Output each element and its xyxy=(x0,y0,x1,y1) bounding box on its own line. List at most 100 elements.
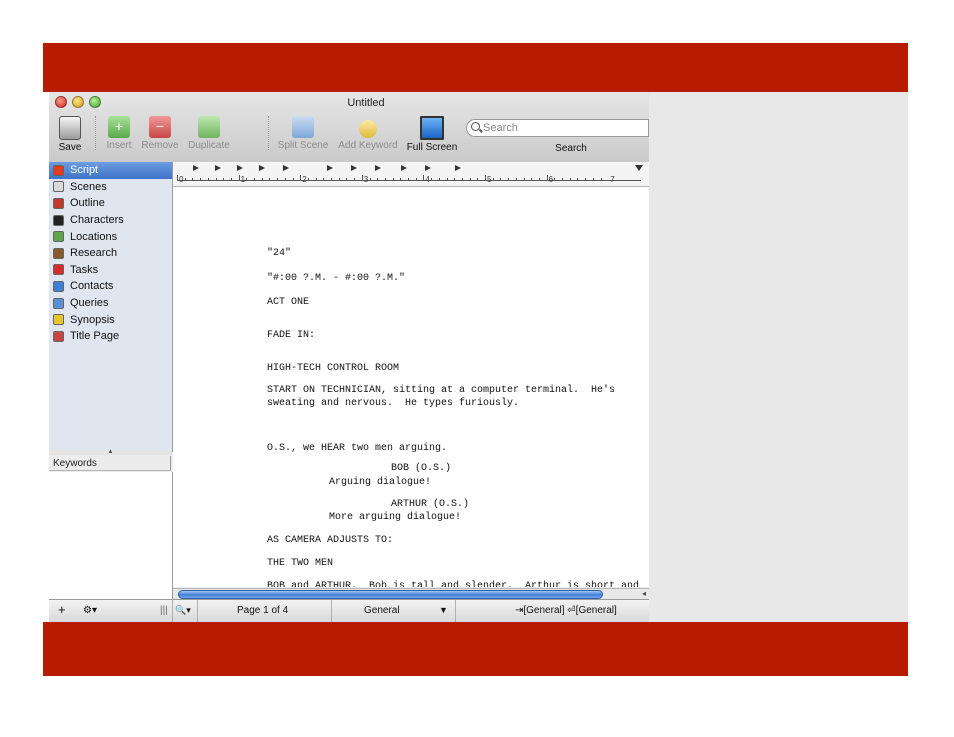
ruler-tick xyxy=(408,178,409,181)
next-style-indicator: ⇥[General] ⏎[General] xyxy=(515,605,617,616)
duplicate-button[interactable]: Duplicate xyxy=(185,116,233,151)
sidebar-item-label: Contacts xyxy=(70,280,114,293)
ruler-tick xyxy=(354,178,356,181)
sidebar-item-label: Title Page xyxy=(70,330,120,343)
sidebar-item-label: Research xyxy=(70,247,118,260)
sidebar-item-research[interactable]: Research xyxy=(49,245,172,262)
ruler-number: 4 xyxy=(425,175,430,184)
keywords-list[interactable] xyxy=(49,472,173,599)
ruler-tick xyxy=(384,178,386,181)
ruler-tick xyxy=(600,178,602,181)
ruler-tick xyxy=(184,178,186,181)
script-line: Arguing dialogue! xyxy=(329,477,432,488)
ruler-tick xyxy=(300,175,302,181)
add-keyword-button[interactable]: Add Keyword xyxy=(337,116,399,151)
sidebar-item-queries[interactable]: Queries xyxy=(49,295,172,312)
insert-button[interactable]: + Insert xyxy=(103,116,135,151)
ruler-number: 2 xyxy=(302,175,307,184)
ruler-tick xyxy=(577,178,579,181)
script-page[interactable]: "24" "#:00 ?.M. - #:00 ?.M." ACT ONE FADE I… xyxy=(173,187,649,587)
tab-stop-marker[interactable] xyxy=(455,165,465,171)
tab-stop-marker[interactable] xyxy=(327,165,337,171)
tab-stop-marker[interactable] xyxy=(375,165,385,171)
sidebar-item-scenes[interactable]: Scenes xyxy=(49,179,172,196)
ruler-tick xyxy=(477,178,479,181)
sidebar: Script Scenes Outline Characters Locations Re… xyxy=(49,162,173,452)
sidebar-item-outline[interactable]: Outline xyxy=(49,195,172,212)
sidebar-item-locations[interactable]: Locations xyxy=(49,228,172,245)
app-window: Untitled Save + Insert − Remove Duplicat… xyxy=(49,92,649,622)
keywords-header: Keywords xyxy=(49,456,171,471)
ruler-menu-icon[interactable] xyxy=(635,165,643,171)
duplicate-label: Duplicate xyxy=(188,140,230,151)
ruler-tick xyxy=(207,178,209,181)
sidebar-item-tasks[interactable]: Tasks xyxy=(49,262,172,279)
status-bar: + ⚙▾ ||| 🔍▾ Page 1 of 4 General ▼ ⇥[Gene… xyxy=(49,599,649,622)
split-scene-label: Split Scene xyxy=(277,140,329,151)
tab-stop-marker[interactable] xyxy=(351,165,361,171)
tab-stop-marker[interactable] xyxy=(259,165,269,171)
scroll-arrow-icon[interactable]: ◂ xyxy=(642,589,646,598)
ruler-tick xyxy=(192,178,194,181)
sidebar-item-synopsis[interactable]: Synopsis xyxy=(49,311,172,328)
research-icon xyxy=(53,247,64,259)
script-line: BOB (O.S.) xyxy=(391,463,452,474)
tab-stop-marker[interactable] xyxy=(425,165,435,171)
column-resize-handle[interactable]: ||| xyxy=(160,605,168,616)
ruler-tick xyxy=(469,178,471,181)
sidebar-item-contacts[interactable]: Contacts xyxy=(49,278,172,295)
gear-icon[interactable]: ⚙▾ xyxy=(83,605,97,616)
search-placeholder: Search xyxy=(483,122,518,134)
ruler-tick xyxy=(361,175,363,181)
ruler[interactable]: 0 1 2 3 4 5 6 7 xyxy=(173,162,649,187)
style-popup[interactable]: General xyxy=(364,605,400,616)
tab-stop-marker[interactable] xyxy=(193,165,203,171)
top-banner xyxy=(43,43,908,92)
ruler-number: 7 xyxy=(610,175,615,184)
zoom-menu[interactable]: 🔍▾ xyxy=(175,605,191,616)
ruler-tick xyxy=(284,178,286,181)
ruler-tick xyxy=(515,178,517,181)
ruler-tick xyxy=(292,178,294,181)
ruler-tick xyxy=(331,178,332,181)
plus-icon: + xyxy=(108,116,130,138)
tab-stop-marker[interactable] xyxy=(283,165,293,171)
remove-button[interactable]: − Remove xyxy=(141,116,179,151)
tab-stop-marker[interactable] xyxy=(401,165,411,171)
contacts-icon xyxy=(53,280,64,292)
tab-stop-marker[interactable] xyxy=(237,165,247,171)
full-screen-icon xyxy=(420,116,444,140)
save-button[interactable]: Save xyxy=(57,116,83,153)
sidebar-item-label: Outline xyxy=(70,197,105,210)
search-label: Search xyxy=(555,143,587,154)
ruler-tick xyxy=(461,178,463,181)
sidebar-item-label: Synopsis xyxy=(70,313,115,326)
split-scene-button[interactable]: Split Scene xyxy=(277,116,329,151)
outline-icon xyxy=(53,197,64,209)
script-line: "#:00 ?.M. - #:00 ?.M." xyxy=(267,273,406,284)
ruler-tick xyxy=(261,178,263,181)
sidebar-item-title-page[interactable]: Title Page xyxy=(49,328,172,345)
full-screen-button[interactable]: Full Screen xyxy=(405,116,459,153)
ruler-tick xyxy=(523,178,525,181)
sidebar-splitter[interactable]: ▲ xyxy=(49,449,172,455)
ruler-tick xyxy=(338,178,340,181)
toolbar-separator xyxy=(268,116,269,150)
style-popup-arrow-icon[interactable]: ▼ xyxy=(439,605,448,615)
page-indicator: Page 1 of 4 xyxy=(237,605,289,616)
tab-stop-marker[interactable] xyxy=(215,165,225,171)
sidebar-item-characters[interactable]: Characters xyxy=(49,212,172,229)
ruler-tick xyxy=(377,178,379,181)
scenes-icon xyxy=(53,181,64,193)
ruler-tick xyxy=(592,178,594,181)
ruler-tick xyxy=(431,178,433,181)
add-button[interactable]: + xyxy=(58,602,66,617)
status-separator xyxy=(172,600,173,622)
sidebar-item-script[interactable]: Script xyxy=(49,162,172,179)
scrollbar-thumb[interactable] xyxy=(178,590,603,599)
ruler-tick xyxy=(277,178,279,181)
search-field[interactable]: Search xyxy=(466,119,649,137)
locations-icon xyxy=(53,231,64,243)
script-line: ACT ONE xyxy=(267,297,310,308)
ruler-tick xyxy=(585,178,587,181)
